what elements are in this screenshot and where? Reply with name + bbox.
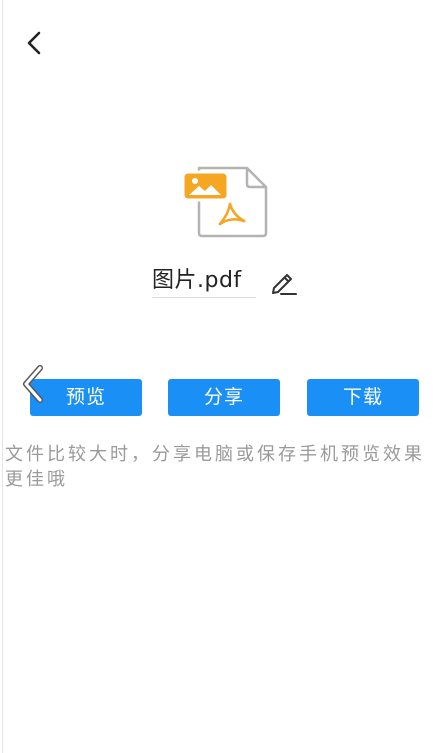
download-button[interactable]: 下载 bbox=[307, 379, 419, 416]
back-button[interactable] bbox=[22, 28, 50, 56]
preview-button[interactable]: 预览 bbox=[30, 379, 142, 416]
file-name: 图片.pdf bbox=[152, 268, 242, 293]
hint-text: 文件比较大时，分享电脑或保存手机预览效果更佳哦 bbox=[5, 444, 425, 490]
rename-button[interactable] bbox=[268, 267, 298, 297]
share-button[interactable]: 分享 bbox=[168, 379, 280, 416]
image-badge-icon bbox=[181, 170, 230, 202]
left-edge-divider bbox=[2, 0, 3, 753]
pdf-image-file-icon bbox=[180, 164, 270, 239]
pencil-icon bbox=[272, 274, 297, 295]
image-sun-icon bbox=[192, 178, 198, 184]
chevron-left-icon bbox=[27, 31, 41, 55]
filename-field: 图片.pdf bbox=[152, 266, 256, 298]
